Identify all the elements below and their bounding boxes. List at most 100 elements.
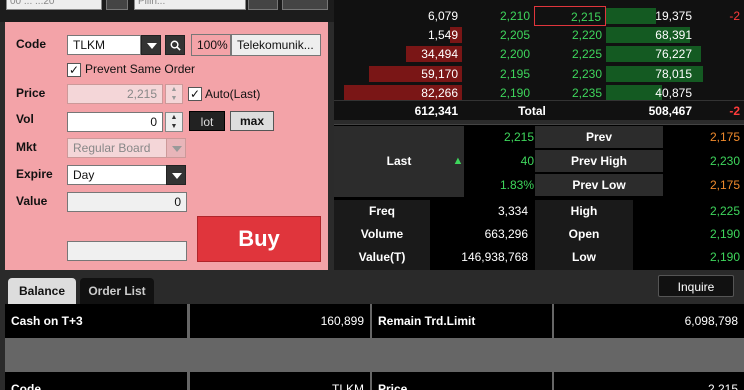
prev-low-value: 2,175 <box>709 178 740 192</box>
buy-order-panel: Code TLKM 100% Telekomunik... ✓ Prevent … <box>5 22 328 270</box>
expire-select[interactable]: Day <box>67 165 167 185</box>
bottom-tabs: Balance Order List <box>0 270 744 304</box>
top-small-button[interactable] <box>282 0 328 10</box>
auto-last-label: Auto(Last) <box>205 87 261 101</box>
change-cell <box>696 44 744 64</box>
tab-balance[interactable]: Balance <box>8 278 76 304</box>
total-total-ch: -2 <box>729 104 740 118</box>
bid-volume-cell: 6,079 <box>427 9 458 23</box>
offer-volume-cell: 68,391 <box>655 28 692 43</box>
account-input[interactable]: 00 ... ...20 <box>6 0 102 10</box>
bid-price-cell: 2,205 <box>499 28 530 43</box>
code-input[interactable]: TLKM <box>67 35 141 55</box>
high-value: 2,225 <box>709 204 740 218</box>
prevent-same-order-label: Prevent Same Order <box>85 62 196 76</box>
bal-code-label: Code <box>5 372 187 390</box>
pin-input[interactable] <box>67 241 187 261</box>
bid-volume-cell: 1,549 <box>427 28 458 43</box>
bal-price-value: 2,215 <box>554 372 744 390</box>
search-icon <box>170 40 181 51</box>
code-dropdown-button[interactable] <box>141 35 161 55</box>
offer-price-cell: 2,230 <box>571 66 602 81</box>
value-t-value: 146,938,768 <box>461 250 528 264</box>
volume-label: Volume <box>360 227 404 241</box>
bid-price-cell: 2,195 <box>499 66 530 81</box>
cash-value: 160,899 <box>190 304 370 338</box>
chevron-down-icon[interactable]: ▼ <box>166 94 182 103</box>
account-dropdown-button[interactable] <box>106 0 128 10</box>
bid-price-cell: 2,210 <box>499 9 530 23</box>
prev-high-value: 2,230 <box>709 154 740 168</box>
balance-panel: Cash on T+3 160,899 Remain Trd.Limit 6,0… <box>5 304 744 390</box>
top-small-field[interactable] <box>248 0 278 10</box>
offer-price-cell: 2,220 <box>571 28 602 43</box>
auto-last-checkbox[interactable]: ✓ <box>188 87 202 101</box>
vol-input[interactable]: 0 <box>67 112 163 132</box>
change-cell <box>696 25 744 45</box>
orderbook-total-row: 612,341 Total 508,467 -2 <box>334 100 744 120</box>
prev-value: 2,175 <box>709 130 740 144</box>
mkt-label: Mkt <box>16 140 37 154</box>
market-select[interactable]: Regular Board <box>67 138 167 158</box>
change-cell: -2 <box>729 9 740 23</box>
value-field: 0 <box>67 192 187 212</box>
bal-code-value: TLKM <box>190 372 370 390</box>
bal-price-label: Price <box>372 372 552 390</box>
prevent-same-order-checkbox[interactable]: ✓ <box>67 63 81 77</box>
cash-label: Cash on T+3 <box>5 304 187 338</box>
expire-dropdown-button[interactable] <box>166 165 186 185</box>
orderbook-row[interactable]: 6,079 2,210 2,215 19,375 -2 <box>334 6 744 26</box>
search-button[interactable] <box>165 35 185 55</box>
value-label: Value <box>16 194 48 208</box>
change-cell <box>696 64 744 84</box>
change-value: 40 <box>520 154 534 168</box>
company-name-field: Telekomunik... <box>231 34 321 56</box>
chevron-down-icon[interactable]: ▼ <box>166 122 182 131</box>
quote-stats: Last 2,215 ▲ 40 1.83% Prev 2,175 Prev Hi… <box>334 124 744 271</box>
percentage-badge: 100% <box>191 34 231 56</box>
chevron-up-icon[interactable]: ▲ <box>166 85 182 94</box>
value-t-label: Value(T) <box>358 250 406 264</box>
market-dropdown-button[interactable] <box>166 138 186 158</box>
offer-volume-cell: 76,227 <box>655 47 692 62</box>
open-value: 2,190 <box>709 227 740 241</box>
prev-label: Prev <box>535 126 663 148</box>
remain-limit-value: 6,098,798 <box>554 304 744 338</box>
prev-low-label: Prev Low <box>535 174 663 196</box>
buy-button[interactable]: Buy <box>197 216 321 262</box>
bid-volume-cell: 34,494 <box>421 47 458 62</box>
inquire-button[interactable]: Inquire <box>658 275 734 297</box>
total-total-offer: 508,467 <box>648 104 692 118</box>
prev-high-label: Prev High <box>535 150 663 172</box>
remain-limit-label: Remain Trd.Limit <box>372 304 552 338</box>
bid-volume-cell: 59,170 <box>421 66 458 81</box>
price-label: Price <box>16 86 46 100</box>
orderbook-row[interactable]: 1,549 2,205 2,220 68,391 <box>334 25 744 45</box>
price-stepper[interactable]: ▲ ▼ <box>165 84 183 104</box>
high-label: High <box>570 204 598 218</box>
change-percent: 1.83% <box>499 178 534 192</box>
freq-label: Freq <box>368 204 395 218</box>
orderbook-row[interactable]: 34,494 2,200 2,225 76,227 <box>334 44 744 64</box>
last-label: Last <box>334 126 464 197</box>
trading-window: 00 ... ...20 Pilih... Code TLKM 100% Tel… <box>0 0 744 390</box>
price-input[interactable]: 2,215 <box>67 84 163 104</box>
offer-price-cell: 2,215 <box>534 6 606 26</box>
bid-price-cell: 2,200 <box>499 47 530 62</box>
volume-value: 663,296 <box>484 227 528 241</box>
portfolio-input[interactable]: Pilih... <box>134 0 246 10</box>
tab-order-list[interactable]: Order List <box>80 278 154 304</box>
offer-volume-cell: 78,015 <box>655 66 692 81</box>
lot-button[interactable]: lot <box>189 111 225 131</box>
max-button[interactable]: max <box>230 111 274 131</box>
order-book: 6,079 2,210 2,215 19,375 -2 1,549 2,205 2,220 68… <box>334 0 744 120</box>
freq-value: 3,334 <box>497 204 528 218</box>
code-label: Code <box>16 37 46 51</box>
offer-price-cell: 2,225 <box>571 47 602 62</box>
orderbook-row[interactable]: 59,170 2,195 2,230 78,015 <box>334 64 744 84</box>
total-total-label: Total <box>518 104 546 118</box>
low-value: 2,190 <box>709 250 740 264</box>
offer-volume-cell: 19,375 <box>655 9 692 23</box>
vol-stepper[interactable]: ▲ ▼ <box>165 112 183 132</box>
chevron-up-icon[interactable]: ▲ <box>166 113 182 122</box>
